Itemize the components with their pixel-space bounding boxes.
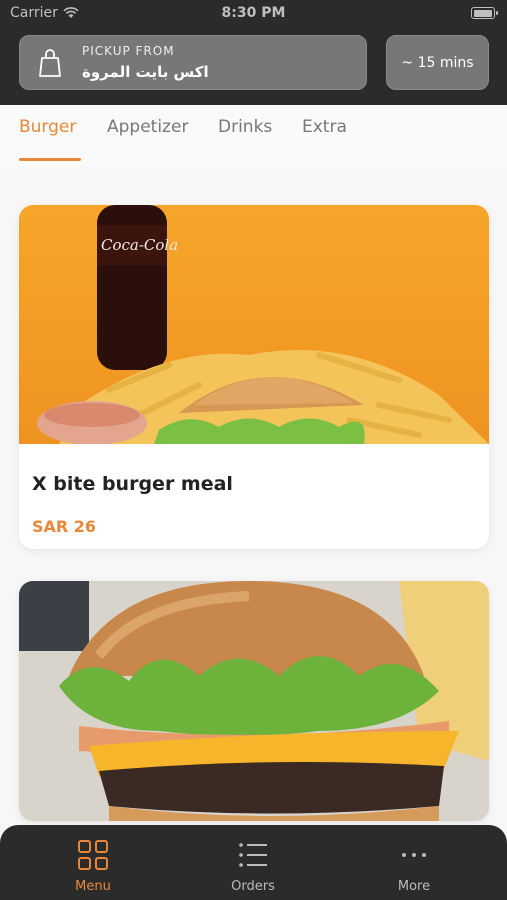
nav-menu-label: Menu	[75, 879, 111, 894]
nav-orders-label: Orders	[231, 879, 275, 894]
shopping-bag-icon	[39, 49, 61, 77]
bottom-navigation: Menu Orders More	[0, 825, 507, 900]
nav-more-label: More	[397, 879, 431, 894]
more-icon	[402, 853, 426, 857]
svg-text:Coca-Cola: Coca-Cola	[101, 236, 178, 254]
tab-appetizer[interactable]: Appetizer	[107, 117, 188, 137]
top-header: Carrier 8:30 PM PICKUP FROM اكس بايت الم…	[0, 0, 507, 105]
grid-icon	[78, 840, 108, 870]
menu-item-image: Coca-Cola	[19, 205, 489, 444]
eta-label: ~ 15 mins	[401, 54, 474, 71]
nav-more[interactable]: More	[364, 839, 464, 894]
tab-extra[interactable]: Extra	[302, 117, 347, 137]
status-time: 8:30 PM	[221, 5, 286, 21]
list-icon	[239, 843, 267, 867]
pickup-location-name: اكس بايت المروة	[82, 63, 209, 81]
pickup-label: PICKUP FROM	[82, 44, 175, 58]
menu-item-title: X bite burger meal	[32, 473, 233, 495]
active-tab-indicator	[19, 158, 81, 161]
menu-item-card[interactable]	[19, 581, 489, 821]
menu-item-image	[19, 581, 489, 821]
tab-drinks[interactable]: Drinks	[218, 117, 272, 137]
status-bar: Carrier 8:30 PM	[0, 0, 507, 28]
battery-icon	[471, 7, 498, 19]
nav-menu[interactable]: Menu	[43, 839, 143, 894]
pickup-location-button[interactable]: PICKUP FROM اكس بايت المروة	[19, 35, 367, 90]
menu-item-card[interactable]: Coca-Cola X bite burger meal SAR 26	[19, 205, 489, 549]
tab-burger[interactable]: Burger	[19, 117, 76, 137]
menu-item-price: SAR 26	[32, 517, 97, 536]
eta-button[interactable]: ~ 15 mins	[386, 35, 489, 90]
nav-orders[interactable]: Orders	[203, 839, 303, 894]
